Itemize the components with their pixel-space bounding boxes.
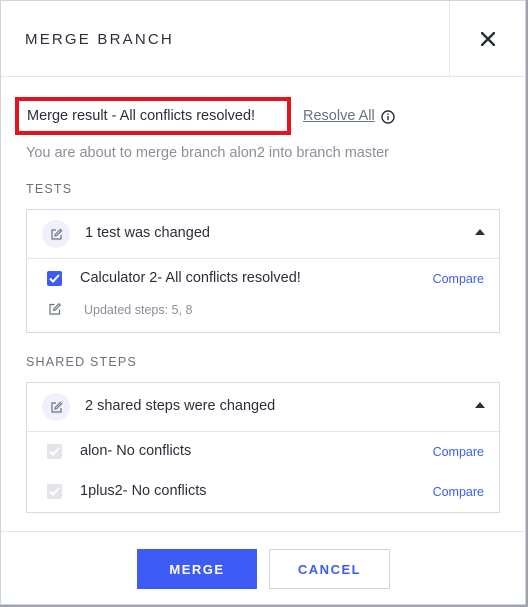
edit-icon bbox=[49, 302, 62, 315]
dialog-footer: MERGE CANCEL bbox=[1, 531, 527, 606]
checkmark-icon bbox=[49, 274, 60, 283]
checkmark-icon bbox=[49, 447, 60, 456]
shared-step-label: alon- No conflicts bbox=[80, 443, 192, 459]
compare-link[interactable]: Compare bbox=[433, 272, 484, 286]
tests-panel-header[interactable]: 1 test was changed bbox=[27, 210, 499, 259]
cancel-button[interactable]: CANCEL bbox=[269, 549, 390, 589]
shared-steps-panel-header[interactable]: 2 shared steps were changed bbox=[27, 383, 499, 432]
updated-steps-row: Updated steps: 5, 8 bbox=[27, 298, 499, 322]
shared-steps-panel: 2 shared steps were changed alon- No con… bbox=[26, 382, 500, 513]
tests-header-label: 1 test was changed bbox=[85, 225, 210, 241]
resolve-all-link[interactable]: Resolve All bbox=[303, 108, 375, 124]
close-icon bbox=[481, 31, 495, 46]
close-button[interactable] bbox=[449, 1, 526, 76]
list-item: alon- No conflicts Compare bbox=[27, 440, 499, 464]
shared-step-label: 1plus2- No conflicts bbox=[80, 483, 207, 499]
shared-step-checkbox bbox=[47, 444, 62, 459]
collapse-arrow-icon[interactable] bbox=[475, 402, 485, 408]
shared-steps-section-label: SHARED STEPS bbox=[26, 355, 137, 369]
dialog-header: MERGE BRANCH bbox=[1, 1, 527, 77]
merge-result-message: Merge result - All conflicts resolved! bbox=[15, 97, 291, 135]
test-checkbox[interactable] bbox=[47, 271, 62, 286]
collapse-arrow-icon[interactable] bbox=[475, 229, 485, 235]
dialog-title: MERGE BRANCH bbox=[25, 31, 174, 48]
updated-steps-label: Updated steps: 5, 8 bbox=[84, 303, 193, 317]
tests-section-label: TESTS bbox=[26, 182, 73, 196]
shared-step-checkbox bbox=[47, 484, 62, 499]
shared-steps-header-label: 2 shared steps were changed bbox=[85, 398, 276, 414]
compare-link[interactable]: Compare bbox=[433, 485, 484, 499]
test-item-label: Calculator 2- All conflicts resolved! bbox=[80, 270, 301, 286]
compare-link[interactable]: Compare bbox=[433, 445, 484, 459]
info-icon[interactable] bbox=[381, 110, 395, 124]
checkmark-icon bbox=[49, 487, 60, 496]
edit-icon bbox=[42, 220, 70, 248]
list-item: Calculator 2- All conflicts resolved! Co… bbox=[27, 267, 499, 291]
edit-icon bbox=[42, 393, 70, 421]
merge-branch-dialog: MERGE BRANCH Merge result - All conflict… bbox=[0, 0, 527, 606]
merge-description: You are about to merge branch alon2 into… bbox=[26, 145, 390, 161]
merge-button[interactable]: MERGE bbox=[137, 549, 257, 589]
list-item: 1plus2- No conflicts Compare bbox=[27, 480, 499, 504]
tests-panel: 1 test was changed Calculator 2- All con… bbox=[26, 209, 500, 333]
